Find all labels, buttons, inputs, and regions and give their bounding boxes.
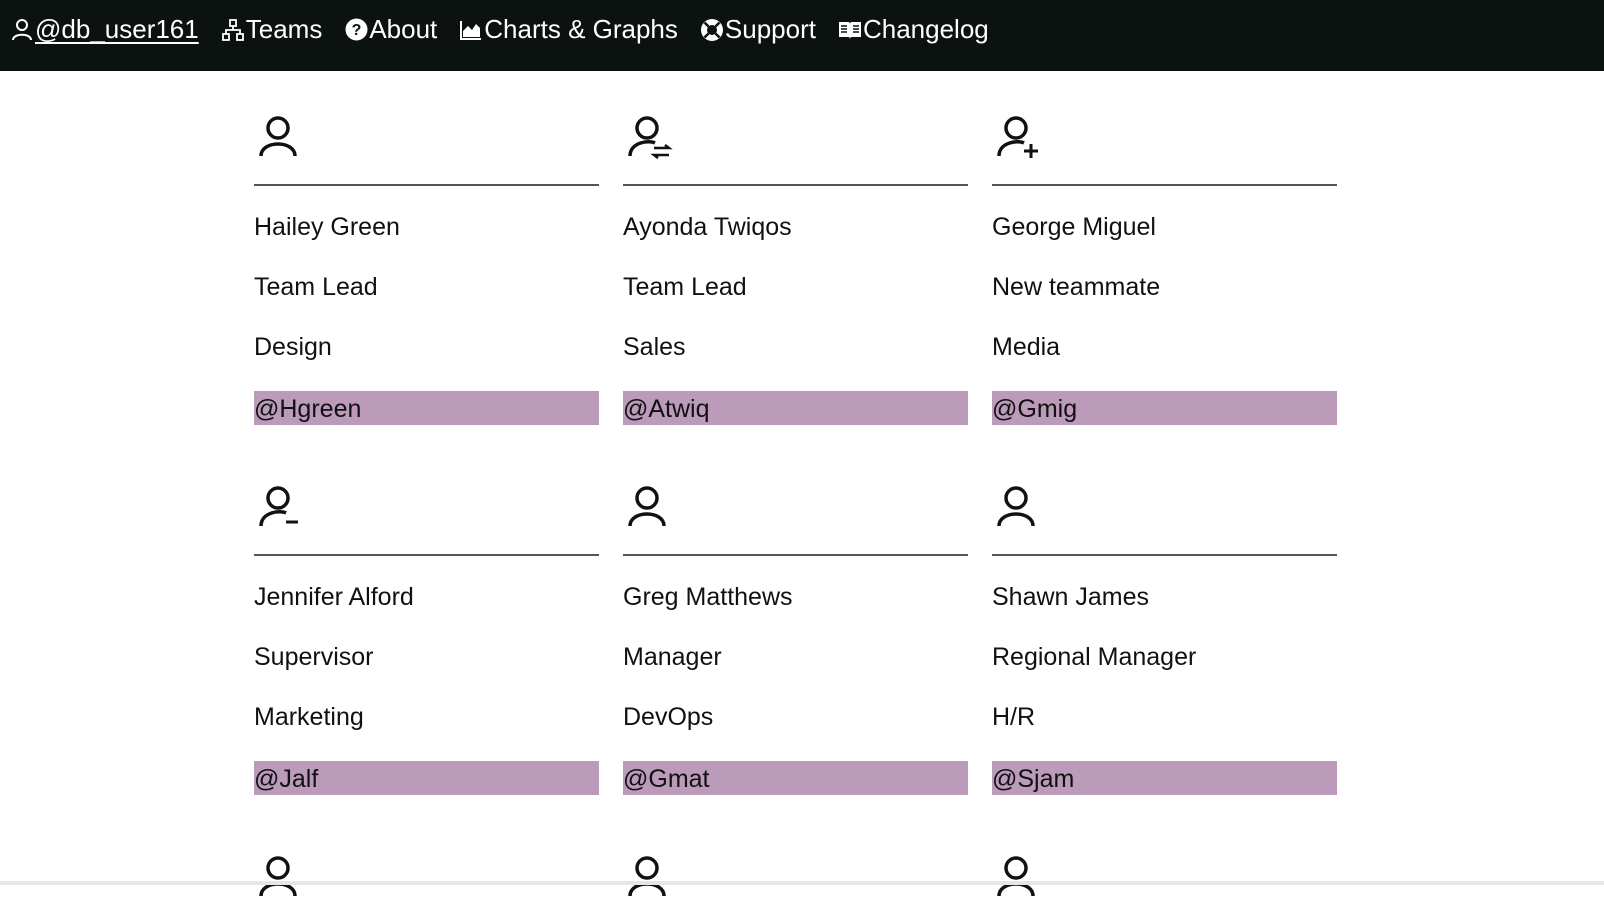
card-divider bbox=[992, 184, 1337, 186]
card-divider bbox=[254, 184, 599, 186]
member-handle[interactable]: @Jalf bbox=[254, 761, 599, 795]
member-name: Greg Matthews bbox=[623, 583, 793, 611]
nav-support[interactable]: Support bbox=[700, 14, 816, 45]
member-department: Media bbox=[992, 333, 1061, 361]
top-navigation-bar: @db_user161 Teams ? About Charts & Graph… bbox=[0, 0, 1604, 71]
lifebuoy-icon bbox=[700, 17, 724, 43]
horizontal-scrollbar-track[interactable] bbox=[0, 881, 1604, 885]
nav-teams[interactable]: Teams bbox=[221, 14, 323, 45]
card-divider bbox=[992, 554, 1337, 556]
sitemap-icon bbox=[221, 17, 245, 43]
open-book-icon bbox=[838, 17, 862, 43]
svg-text:?: ? bbox=[351, 22, 361, 39]
member-handle[interactable]: @Sjam bbox=[992, 761, 1337, 795]
user-icon bbox=[627, 484, 673, 530]
user-icon bbox=[258, 854, 304, 900]
member-handle[interactable]: @Hgreen bbox=[254, 391, 599, 425]
area-chart-icon bbox=[459, 17, 483, 43]
nav-teams-label: Teams bbox=[245, 14, 323, 44]
member-role: Regional Manager bbox=[992, 643, 1197, 671]
user-plus-icon bbox=[996, 114, 1042, 160]
user-icon bbox=[996, 484, 1042, 530]
member-department: Sales bbox=[623, 333, 686, 361]
member-department: DevOps bbox=[623, 703, 714, 731]
member-department: H/R bbox=[992, 703, 1036, 731]
member-name: George Miguel bbox=[992, 213, 1156, 241]
member-department: Marketing bbox=[254, 703, 364, 731]
member-handle[interactable]: @Atwiq bbox=[623, 391, 968, 425]
member-role: Team Lead bbox=[254, 273, 378, 301]
user-icon bbox=[996, 854, 1042, 900]
nav-changelog-label: Changelog bbox=[862, 14, 989, 44]
member-department: Design bbox=[254, 333, 332, 361]
member-role: Manager bbox=[623, 643, 722, 671]
nav-charts[interactable]: Charts & Graphs bbox=[459, 14, 678, 45]
question-circle-icon: ? bbox=[344, 17, 368, 43]
member-role: Team Lead bbox=[623, 273, 747, 301]
member-handle[interactable]: @Gmat bbox=[623, 761, 968, 795]
nav-about-label: About bbox=[369, 14, 438, 44]
card-divider bbox=[254, 554, 599, 556]
member-name: Ayonda Twiqos bbox=[623, 213, 792, 241]
nav-changelog[interactable]: Changelog bbox=[838, 14, 989, 45]
member-name: Jennifer Alford bbox=[254, 583, 414, 611]
user-minus-icon bbox=[258, 484, 304, 530]
user-icon bbox=[10, 17, 34, 43]
member-role: Supervisor bbox=[254, 643, 374, 671]
member-name: Shawn James bbox=[992, 583, 1150, 611]
nav-charts-label: Charts & Graphs bbox=[484, 14, 678, 44]
user-swap-icon bbox=[627, 114, 673, 160]
nav-user-link[interactable]: @db_user161 bbox=[10, 14, 199, 45]
member-handle[interactable]: @Gmig bbox=[992, 391, 1337, 425]
card-divider bbox=[623, 554, 968, 556]
member-name: Hailey Green bbox=[254, 213, 400, 241]
nav-support-label: Support bbox=[724, 14, 816, 44]
card-divider bbox=[623, 184, 968, 186]
nav-user-label: @db_user161 bbox=[35, 14, 199, 44]
member-role: New teammate bbox=[992, 273, 1161, 301]
user-icon bbox=[258, 114, 304, 160]
nav-about[interactable]: ? About bbox=[344, 14, 437, 45]
user-icon bbox=[627, 854, 673, 900]
